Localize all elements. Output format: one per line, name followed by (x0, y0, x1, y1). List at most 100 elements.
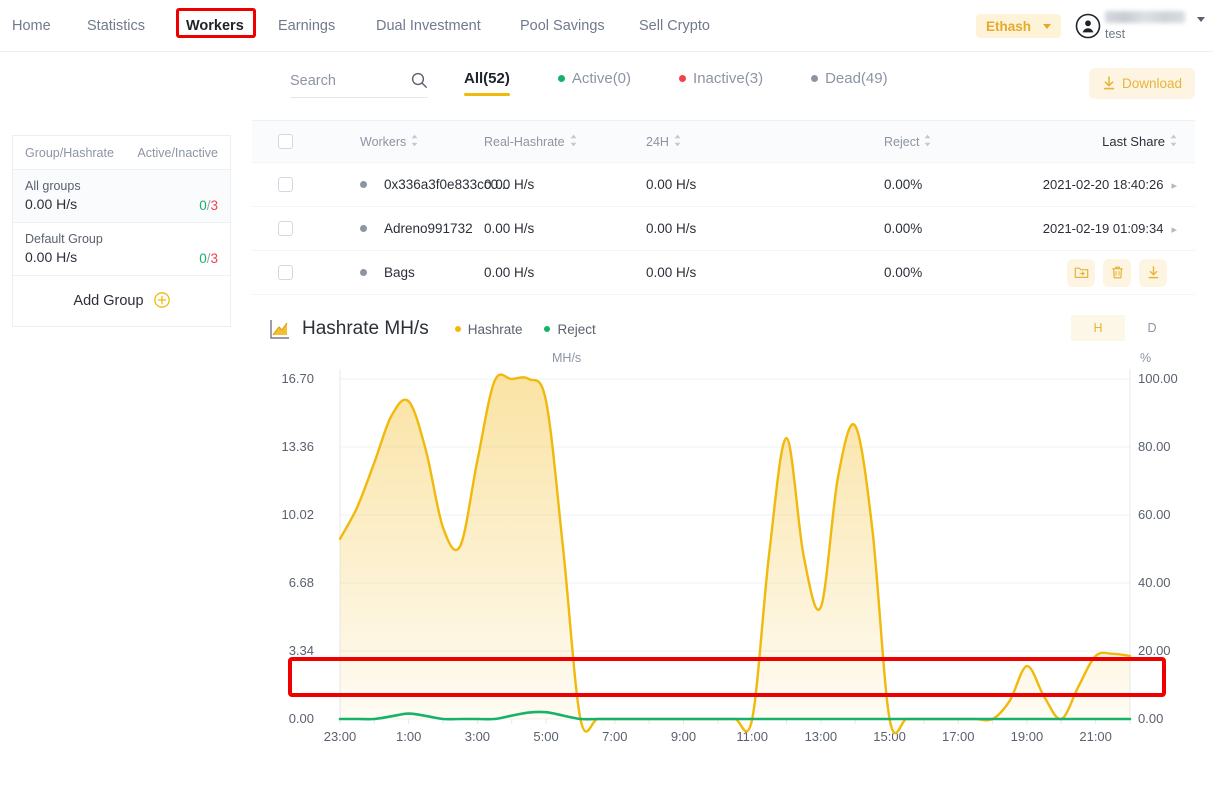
row-select-cell (252, 177, 318, 192)
sort-icon[interactable] (1170, 134, 1177, 150)
area-chart-icon (270, 320, 289, 339)
username-masked (1105, 11, 1185, 24)
legend-dot (454, 326, 461, 332)
nav-item-workers[interactable]: Workers (186, 18, 244, 34)
user-info: test (1105, 11, 1185, 41)
group-active-count: 0 (199, 251, 207, 266)
nav-item-dual-investment[interactable]: Dual Investment (376, 18, 481, 34)
add-group-button[interactable]: Add Group (13, 276, 230, 326)
chevron-right-icon[interactable]: ▸ (1171, 180, 1177, 192)
column-header-last-share[interactable]: Last Share (998, 134, 1195, 150)
table-header-row: Workers Real-Hashrate 24H Reject Last Sh… (252, 121, 1195, 163)
sidebar-group-item[interactable]: Default Group 0.00 H/s 0/3 (13, 223, 230, 276)
delete-button[interactable] (1103, 258, 1131, 287)
group-inactive-count: 3 (210, 251, 218, 266)
row-checkbox[interactable] (277, 221, 293, 236)
cell-24h: 0.00 H/s (646, 265, 697, 280)
chevron-down-icon (1043, 23, 1051, 29)
user-chevron-down-icon (1197, 16, 1205, 22)
tab-active[interactable]: Active(0) (557, 70, 632, 96)
status-dot-dead (811, 75, 819, 82)
move-to-group-button[interactable] (1067, 258, 1095, 287)
sidebar-header-left: Group/Hashrate (25, 146, 114, 160)
cell-real-hashrate: 0.00 H/s (484, 265, 535, 280)
cell-real-hashrate: 0.00 H/s (484, 177, 535, 192)
group-active-inactive: 0/3 (199, 198, 218, 213)
tab-label: Active(0) (571, 70, 632, 87)
nav-item-sell-crypto[interactable]: Sell Crypto (639, 18, 710, 34)
download-button[interactable]: Download (1088, 68, 1195, 99)
download-icon (1103, 76, 1115, 90)
chart-legend: Hashrate Reject (454, 322, 596, 337)
top-navigation: Home Statistics Workers Earnings Dual Invest… (0, 0, 1213, 52)
range-toggle: HD (1071, 315, 1179, 341)
sort-icon[interactable] (411, 134, 418, 150)
legend-item-reject[interactable]: Reject (544, 322, 596, 337)
download-row-button[interactable] (1139, 258, 1167, 287)
sort-icon[interactable] (674, 134, 681, 150)
filter-bar: All(52) Active(0) Inactive(3) Dead(49) Down… (252, 52, 1213, 120)
add-group-label: Add Group (73, 293, 144, 309)
range-button-d[interactable]: D (1125, 315, 1179, 341)
group-inactive-count: 3 (210, 198, 218, 213)
table-row[interactable]: Adreno991732 0.00 H/s 0.00 H/s 0.00% 2021-02… (252, 207, 1195, 251)
tab-inactive[interactable]: Inactive(3) (679, 70, 763, 96)
worker-status-dot (360, 269, 367, 276)
column-header-workers[interactable]: Workers (318, 134, 478, 150)
row-checkbox[interactable] (277, 177, 293, 192)
sidebar-group-item[interactable]: All groups 0.00 H/s 0/3 (13, 170, 230, 223)
cell-worker: Bags (318, 265, 478, 280)
tab-dead[interactable]: Dead(49) (811, 70, 888, 96)
nav-item-pool-savings[interactable]: Pool Savings (520, 18, 605, 34)
tab-label: Dead(49) (825, 70, 888, 87)
group-hashrate: 0.00 H/s (25, 249, 78, 265)
cell-24h: 0.00 H/s (646, 177, 697, 192)
cell-last-share: 2021-02-19 01:09:34 ▸ (1042, 221, 1177, 236)
cell-worker: 0x336a3f0e833cc0... (318, 177, 509, 192)
user-menu[interactable]: test (1075, 11, 1205, 41)
column-header-real-hashrate-label: Real-Hashrate (484, 134, 565, 149)
group-sidebar: Group/Hashrate Active/Inactive All group… (12, 135, 231, 327)
row-checkbox[interactable] (277, 265, 293, 280)
table-body: 0x336a3f0e833cc0... 0.00 H/s 0.00 H/s 0.00%… (252, 163, 1195, 295)
group-active-inactive: 0/3 (199, 251, 218, 266)
nav-item-statistics[interactable]: Statistics (87, 18, 145, 34)
cell-reject: 0.00% (884, 177, 923, 192)
plus-circle-icon (153, 292, 170, 308)
tab-all[interactable]: All(52) (464, 70, 510, 96)
coin-selector[interactable]: Ethash (975, 14, 1061, 38)
group-hashrate: 0.00 H/s (25, 196, 78, 212)
table-row[interactable]: 0x336a3f0e833cc0... 0.00 H/s 0.00 H/s 0.00%… (252, 163, 1195, 207)
cell-last-share: 2021-02-20 18:40:26 ▸ (1042, 177, 1177, 192)
coin-selector-label: Ethash (985, 18, 1031, 34)
sidebar-header-right: Active/Inactive (137, 146, 218, 160)
sort-icon[interactable] (570, 134, 577, 150)
worker-status-dot (360, 181, 367, 188)
search-input[interactable] (290, 72, 390, 89)
search-box[interactable] (290, 72, 428, 98)
nav-item-home[interactable]: Home (12, 18, 51, 34)
search-icon[interactable] (411, 72, 428, 89)
column-header-reject[interactable]: Reject (818, 134, 998, 150)
chart-header: Hashrate MH/s Hashrate Reject HD (252, 309, 1213, 349)
column-header-workers-label: Workers (360, 134, 407, 149)
nav-item-earnings[interactable]: Earnings (278, 18, 335, 34)
chart-plot-area: MH/s % 0.00 3.34 6.68 10.02 13.36 16.70 0.00 2… (252, 351, 1213, 747)
status-dot-inactive (679, 75, 687, 82)
cell-reject: 0.00% (884, 221, 923, 236)
group-name: All groups (25, 179, 81, 193)
column-header-real-hashrate[interactable]: Real-Hashrate (478, 134, 638, 150)
worker-name: Adreno991732 (384, 221, 473, 236)
row-select-cell (252, 265, 318, 280)
column-header-24h[interactable]: 24H (638, 134, 818, 150)
legend-item-hashrate[interactable]: Hashrate (454, 322, 522, 337)
table-row[interactable]: Bags 0.00 H/s 0.00 H/s 0.00% (252, 251, 1195, 295)
select-all-checkbox[interactable] (277, 134, 293, 149)
sort-icon[interactable] (924, 134, 931, 150)
tab-label: Inactive(3) (693, 70, 764, 87)
range-button-h[interactable]: H (1071, 315, 1125, 341)
sidebar-header: Group/Hashrate Active/Inactive (13, 136, 230, 170)
cell-24h: 0.00 H/s (646, 221, 697, 236)
chevron-right-icon[interactable]: ▸ (1171, 224, 1177, 236)
row-select-cell (252, 221, 318, 236)
